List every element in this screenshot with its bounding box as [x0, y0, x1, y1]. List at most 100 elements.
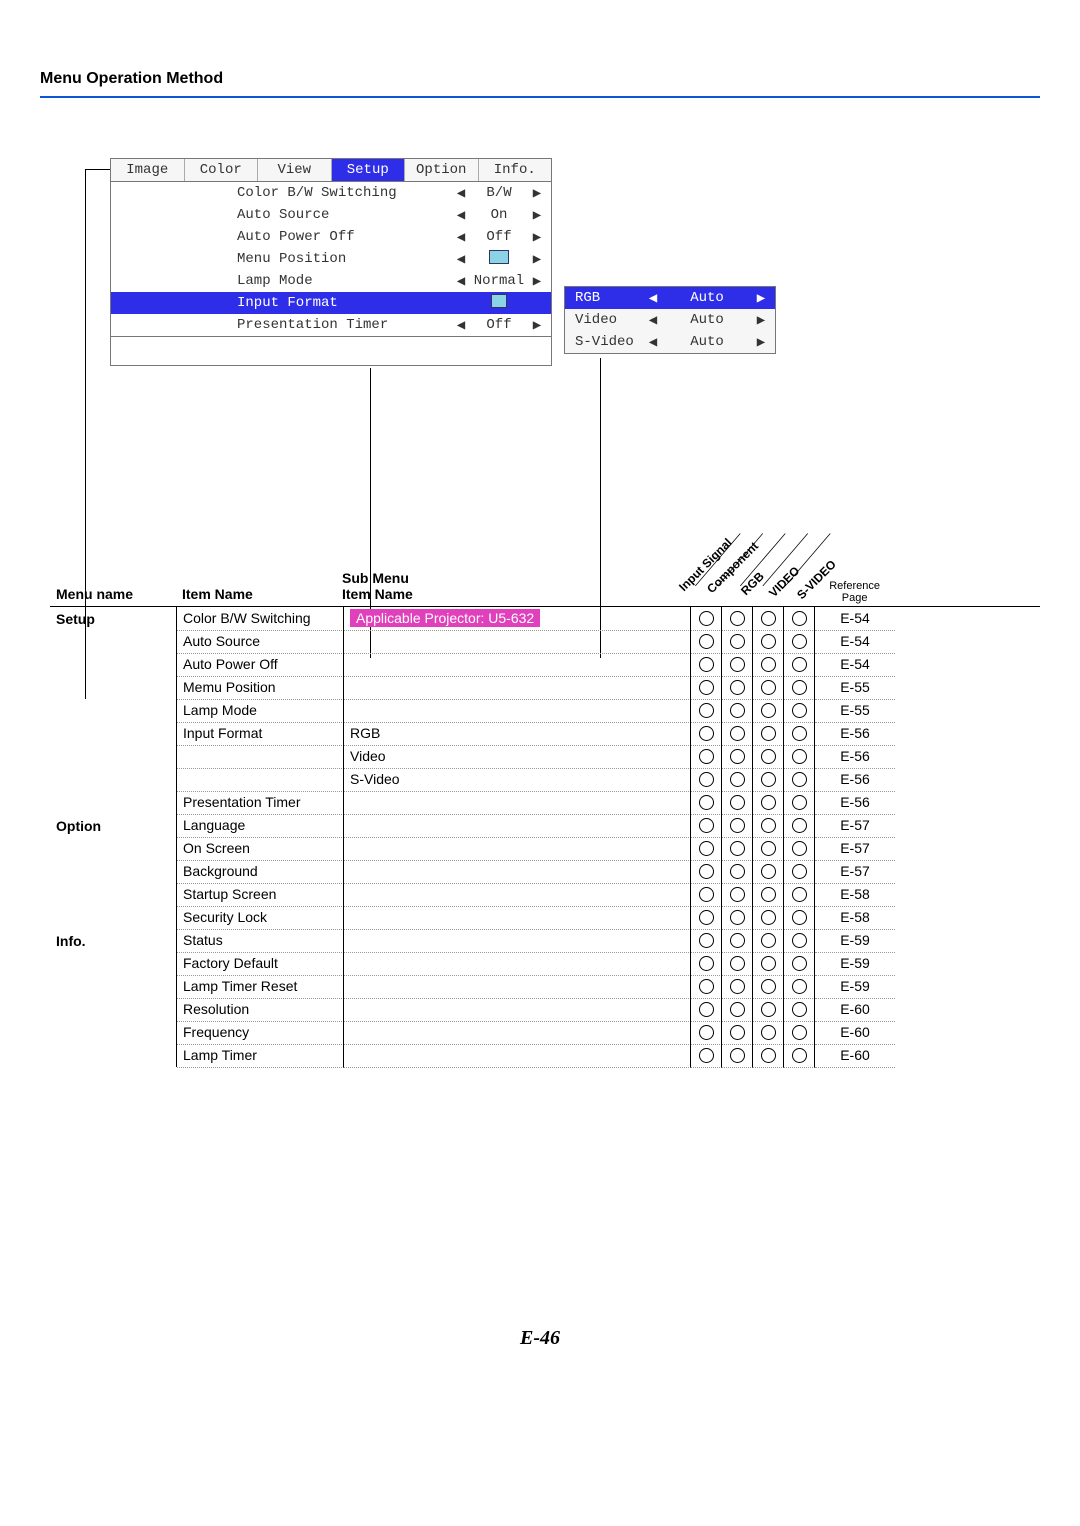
table-row: SetupColor B/W SwitchingApplicable Proje…: [50, 607, 1040, 630]
support-circle-icon: [730, 979, 745, 994]
table-row: BackgroundE-57: [50, 860, 1040, 883]
support-circle-icon: [699, 657, 714, 672]
support-circle-icon: [730, 1048, 745, 1063]
support-circle-icon: [699, 1002, 714, 1017]
support-circle-icon: [761, 680, 776, 695]
support-circle-icon: [792, 1048, 807, 1063]
left-arrow-icon: ◀: [453, 251, 469, 268]
header-submenu: Sub Menu Item Name: [342, 570, 413, 602]
support-circle-icon: [792, 772, 807, 787]
support-circle-icon: [699, 703, 714, 718]
table-row: Lamp ModeE-55: [50, 699, 1040, 722]
support-circle-icon: [730, 956, 745, 971]
support-circle-icon: [792, 680, 807, 695]
header-menu: Menu name: [56, 586, 133, 602]
support-circle-icon: [792, 887, 807, 902]
left-arrow-icon: ◀: [453, 317, 469, 334]
support-circle-icon: [761, 726, 776, 741]
support-circle-icon: [699, 933, 714, 948]
support-circle-icon: [730, 818, 745, 833]
support-circle-icon: [792, 864, 807, 879]
support-circle-icon: [761, 749, 776, 764]
support-circle-icon: [792, 933, 807, 948]
osd-tab-image: Image: [111, 159, 185, 181]
reference-table: Menu name Item Name Sub Menu Item Name I…: [50, 546, 1040, 1067]
support-circle-icon: [730, 864, 745, 879]
osd-subitem: S-Video◀Auto▶: [565, 331, 775, 353]
osd-item: Lamp Mode◀Normal▶: [111, 270, 551, 292]
table-row: Memu PositionE-55: [50, 676, 1040, 699]
support-circle-icon: [792, 611, 807, 626]
support-circle-icon: [792, 841, 807, 856]
table-row: Factory DefaultE-59: [50, 952, 1040, 975]
left-arrow-icon: ◀: [645, 312, 661, 329]
table-row: Input FormatRGBE-56: [50, 722, 1040, 745]
osd-subitem: Video◀Auto▶: [565, 309, 775, 331]
support-circle-icon: [730, 887, 745, 902]
support-circle-icon: [761, 956, 776, 971]
support-circle-icon: [792, 726, 807, 741]
support-circle-icon: [792, 1002, 807, 1017]
table-row: S-VideoE-56: [50, 768, 1040, 791]
support-circle-icon: [792, 818, 807, 833]
support-circle-icon: [761, 772, 776, 787]
table-row: OptionLanguageE-57: [50, 814, 1040, 837]
support-circle-icon: [761, 887, 776, 902]
support-circle-icon: [730, 657, 745, 672]
support-circle-icon: [761, 657, 776, 672]
osd-item: Presentation Timer◀Off▶: [111, 314, 551, 336]
support-circle-icon: [792, 979, 807, 994]
support-circle-icon: [699, 795, 714, 810]
support-circle-icon: [699, 634, 714, 649]
table-row: Lamp TimerE-60: [50, 1044, 1040, 1067]
osd-tab-view: View: [258, 159, 332, 181]
support-circle-icon: [761, 611, 776, 626]
table-row: VideoE-56: [50, 745, 1040, 768]
support-circle-icon: [792, 634, 807, 649]
right-arrow-icon: ▶: [529, 317, 545, 334]
support-circle-icon: [792, 956, 807, 971]
page-title: Menu Operation Method: [40, 70, 1040, 98]
support-circle-icon: [792, 657, 807, 672]
table-row: Auto Power OffE-54: [50, 653, 1040, 676]
osd-item: Menu Position◀▶: [111, 248, 551, 270]
osd-item: Auto Power Off◀Off▶: [111, 226, 551, 248]
support-circle-icon: [761, 703, 776, 718]
support-circle-icon: [792, 749, 807, 764]
osd-tab-info: Info.: [479, 159, 552, 181]
support-circle-icon: [730, 772, 745, 787]
support-circle-icon: [699, 749, 714, 764]
support-circle-icon: [699, 818, 714, 833]
support-circle-icon: [792, 795, 807, 810]
osd-screenshot: ImageColorViewSetupOptionInfo. Color B/W…: [110, 158, 1040, 366]
table-row: FrequencyE-60: [50, 1021, 1040, 1044]
header-item: Item Name: [182, 586, 253, 602]
right-arrow-icon: ▶: [753, 290, 769, 307]
osd-tab-setup: Setup: [332, 159, 406, 181]
support-circle-icon: [730, 749, 745, 764]
right-arrow-icon: ▶: [529, 185, 545, 202]
support-circle-icon: [699, 979, 714, 994]
support-circle-icon: [761, 933, 776, 948]
right-arrow-icon: ▶: [529, 273, 545, 290]
page-number: E-46: [40, 1327, 1040, 1350]
support-circle-icon: [730, 910, 745, 925]
support-circle-icon: [730, 634, 745, 649]
position-icon: [489, 250, 509, 264]
table-row: On ScreenE-57: [50, 837, 1040, 860]
osd-tab-option: Option: [405, 159, 479, 181]
support-circle-icon: [761, 795, 776, 810]
support-circle-icon: [699, 841, 714, 856]
table-row: Startup ScreenE-58: [50, 883, 1040, 906]
table-row: ResolutionE-60: [50, 998, 1040, 1021]
left-arrow-icon: ◀: [453, 229, 469, 246]
right-arrow-icon: ▶: [529, 207, 545, 224]
support-circle-icon: [699, 1048, 714, 1063]
support-circle-icon: [761, 979, 776, 994]
right-arrow-icon: ▶: [529, 229, 545, 246]
table-row: Info.StatusE-59: [50, 929, 1040, 952]
support-circle-icon: [761, 864, 776, 879]
osd-tab-color: Color: [185, 159, 259, 181]
right-arrow-icon: ▶: [529, 251, 545, 268]
support-circle-icon: [699, 887, 714, 902]
